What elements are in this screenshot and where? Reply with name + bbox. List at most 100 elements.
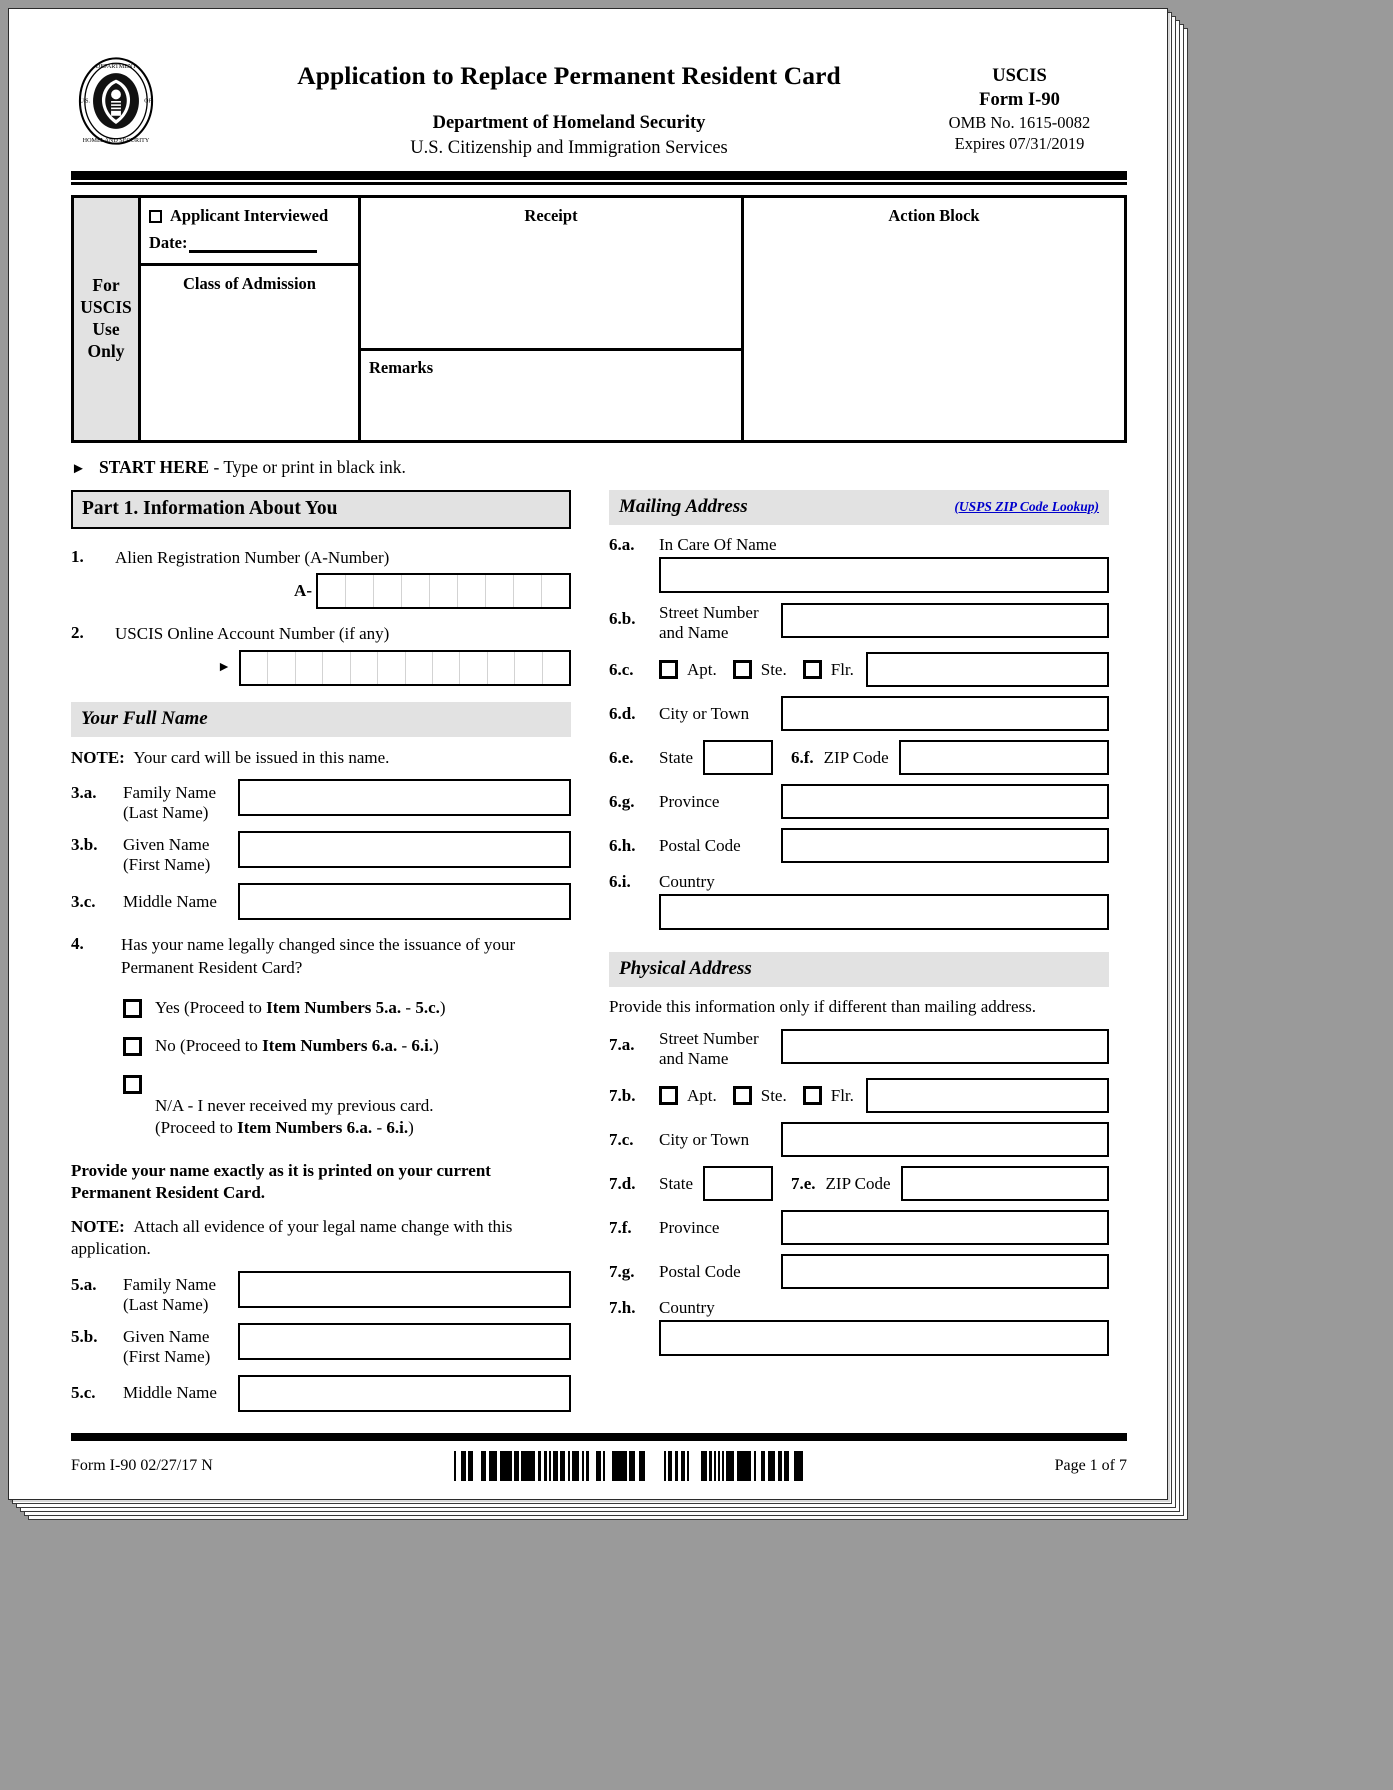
item-4-option-na[interactable]: N/A - I never received my previous card.… [71, 1073, 571, 1139]
uscis-use-only-block: For USCIS Use Only Applicant Interviewed… [71, 195, 1127, 443]
mailing-country-input[interactable] [659, 894, 1109, 931]
interview-date-label: Date: [149, 233, 188, 252]
item-6d-number: 6.d. [609, 703, 636, 723]
prev-middle-name-input[interactable] [238, 1374, 571, 1412]
item-4-option-no[interactable]: No (Proceed to Item Numbers 6.a. - 6.i.) [71, 1035, 571, 1057]
item-7a-number: 7.a. [609, 1035, 635, 1055]
na-bold1: Item Numbers 6.a. [237, 1118, 373, 1138]
mailing-ste-check[interactable]: Ste. [732, 660, 787, 680]
family-name-input[interactable] [238, 778, 571, 816]
physical-ste-checkbox[interactable] [732, 1086, 752, 1106]
full-name-note-bold: NOTE: [71, 747, 125, 767]
item-7a-label: Street Number and Name [659, 1029, 759, 1069]
item-4-question: Has your name legally changed since the … [121, 935, 516, 977]
physical-postal-input[interactable] [781, 1254, 1109, 1290]
physical-zip-input[interactable] [900, 1166, 1109, 1202]
item-6a-number: 6.a. [609, 535, 635, 554]
given-name-input[interactable] [238, 831, 571, 869]
usps-zip-lookup-link[interactable]: (USPS ZIP Code Lookup) [954, 499, 1099, 515]
item-4-no-checkbox[interactable] [123, 1037, 142, 1057]
item-3a-label-line2: (Last Name) [123, 803, 209, 823]
interview-date-field[interactable] [189, 238, 318, 253]
item-6a-label: In Care Of Name [659, 535, 777, 554]
applicant-interviewed-checkbox[interactable] [149, 209, 162, 223]
item-2-number: 2. [71, 623, 84, 643]
item-6g-number: 6.g. [609, 791, 635, 811]
prev-given-name-input[interactable] [238, 1322, 571, 1360]
remarks-cell[interactable]: Remarks [361, 351, 741, 440]
item-5b-label-line2: (First Name) [123, 1346, 211, 1366]
physical-apt-check[interactable]: Apt. [659, 1086, 717, 1106]
item-6f-label: ZIP Code [823, 747, 889, 767]
mailing-apt-check[interactable]: Apt. [659, 660, 717, 680]
item-6h-label: Postal Code [659, 835, 741, 855]
item-5c-label: Middle Name [123, 1383, 217, 1403]
mailing-apt-number-input[interactable] [865, 652, 1109, 688]
item-6c-row: 6.c. Apt. Ste. Flr. [609, 652, 1109, 688]
item-7h-row: 7.h. Country [609, 1298, 1109, 1318]
mailing-city-input[interactable] [781, 696, 1109, 732]
mailing-flr-check[interactable]: Flr. [802, 660, 854, 680]
physical-flr-check[interactable]: Flr. [802, 1086, 854, 1106]
start-here-bold: START HERE [98, 457, 210, 477]
name-change-note-text: Attach all evidence of your legal name c… [71, 1217, 513, 1259]
svg-text:U.S.: U.S. [80, 99, 91, 105]
receipt-label: Receipt [524, 206, 578, 225]
prev-family-name-input[interactable] [238, 1270, 571, 1308]
mailing-apt-checkbox[interactable] [659, 660, 678, 680]
physical-street-input[interactable] [781, 1029, 1109, 1065]
item-7c-number: 7.c. [609, 1129, 634, 1149]
physical-country-input[interactable] [659, 1320, 1109, 1357]
mailing-postal-input[interactable] [781, 828, 1109, 864]
item-6b-label: Street Number and Name [659, 603, 759, 643]
physical-address-heading: Physical Address [609, 952, 1109, 988]
item-6b-row: 6.b. Street Number and Name [609, 603, 1109, 643]
physical-apt-checkbox[interactable] [659, 1086, 678, 1106]
item-4-number: 4. [71, 934, 84, 954]
item-7d-row: 7.d. State 7.e. ZIP Code [609, 1166, 1109, 1202]
header-rule-thick [71, 171, 1127, 180]
start-here-rest: - Type or print in black ink. [213, 457, 406, 477]
item-6e-row: 6.e. State 6.f. ZIP Code [609, 740, 1109, 776]
item-4-no-label: No (Proceed to Item Numbers 6.a. - 6.i.) [155, 1035, 439, 1057]
mailing-flr-checkbox[interactable] [802, 660, 822, 680]
item-4-na-checkbox[interactable] [123, 1075, 142, 1095]
item-1-label: Alien Registration Number (A-Number) [115, 548, 390, 567]
item-5a-label-line2: (Last Name) [123, 1294, 209, 1314]
mailing-address-heading: Mailing Address (USPS ZIP Code Lookup) [609, 490, 1109, 525]
receipt-cell[interactable]: Receipt [361, 198, 741, 351]
uscis-account-number-input[interactable] [239, 649, 571, 686]
physical-city-input[interactable] [781, 1122, 1109, 1158]
item-4-yes-checkbox[interactable] [123, 999, 142, 1019]
mailing-street-input[interactable] [781, 603, 1109, 639]
start-here-arrow-icon: ► [71, 461, 86, 477]
part-1-heading: Part 1. Information About You [71, 490, 571, 529]
mailing-state-input[interactable] [703, 740, 773, 776]
yes-mid: - [401, 998, 416, 1018]
physical-state-input[interactable] [703, 1166, 773, 1202]
class-of-admission-cell[interactable]: Class of Admission [141, 266, 358, 351]
na-bold2: 6.i. [386, 1118, 409, 1138]
middle-name-input[interactable] [238, 883, 571, 921]
physical-apt-number-input[interactable] [865, 1078, 1109, 1114]
physical-ste-check[interactable]: Ste. [732, 1086, 787, 1106]
svg-text:HOMELAND SECURITY: HOMELAND SECURITY [83, 138, 150, 144]
item-7f-label: Province [659, 1217, 720, 1237]
item-3c-number: 3.c. [71, 891, 96, 911]
item-4-option-yes[interactable]: Yes (Proceed to Item Numbers 5.a. - 5.c.… [71, 997, 571, 1019]
item-6g-row: 6.g. Province [609, 784, 1109, 820]
item-3b-label-line1: Given Name [123, 835, 210, 855]
mailing-province-input[interactable] [781, 784, 1109, 820]
svg-text:DEPARTMENT: DEPARTMENT [96, 64, 137, 70]
for-uscis-use-only-label: For USCIS Use Only [74, 198, 141, 440]
item-7e-label: ZIP Code [825, 1173, 891, 1193]
mailing-zip-input[interactable] [898, 740, 1109, 776]
action-block-cell[interactable]: Action Block [744, 198, 1124, 440]
item-6i-label: Country [659, 872, 715, 892]
no-bold2: 6.i. [411, 1036, 434, 1056]
a-number-input[interactable] [316, 573, 571, 610]
mailing-ste-checkbox[interactable] [732, 660, 752, 680]
in-care-of-name-input[interactable] [659, 557, 1109, 594]
physical-flr-checkbox[interactable] [802, 1086, 822, 1106]
physical-province-input[interactable] [781, 1210, 1109, 1246]
